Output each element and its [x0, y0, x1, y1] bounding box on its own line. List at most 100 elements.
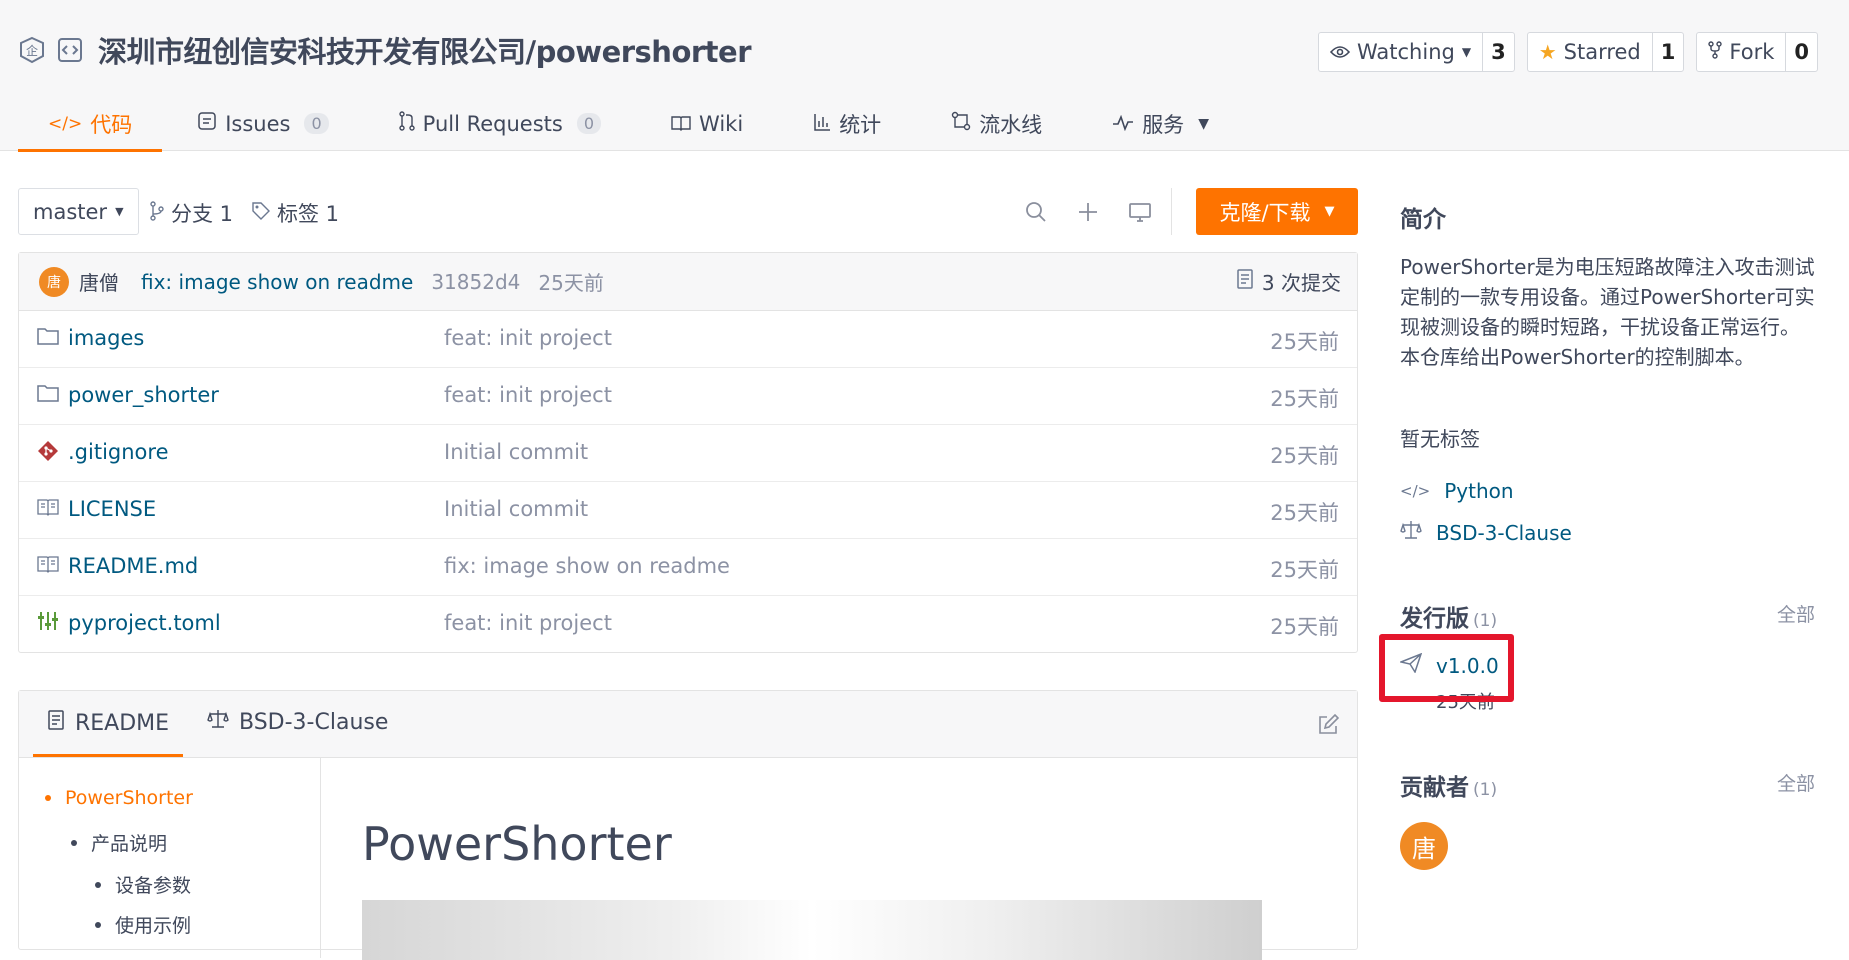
releases-all-link[interactable]: 全部	[1777, 600, 1815, 627]
repo-header: 企 深圳市纽创信安科技开发有限公司/powershorter Watching ▼…	[0, 0, 1849, 152]
star-icon: ★	[1538, 40, 1557, 64]
commit-count: 3 次提交	[1261, 271, 1341, 295]
toc-label: 设备参数	[115, 875, 192, 897]
releases-count: (1)	[1473, 611, 1498, 631]
file-commit-message[interactable]: feat: init project	[444, 611, 612, 635]
code-icon: </>	[1400, 482, 1431, 500]
tab-code[interactable]: </> 代码	[18, 96, 163, 152]
tab-stats[interactable]: 统计	[778, 96, 916, 151]
file-name[interactable]: power_shorter	[68, 383, 219, 407]
watch-button[interactable]: Watching ▼ 3	[1317, 32, 1515, 72]
table-row[interactable]: pyproject.toml feat: init project 25天前	[19, 596, 1357, 653]
readme-tabs: README BSD-3-Clause	[19, 691, 1357, 758]
readme-heading: PowerShorter	[362, 817, 672, 871]
intro-heading: 简介	[1400, 207, 1446, 233]
commit-hash[interactable]: 31852d4	[431, 270, 520, 294]
file-name[interactable]: .gitignore	[68, 440, 169, 464]
edit-icon[interactable]	[1317, 713, 1340, 740]
clone-download-button[interactable]: 克隆/下载 ▼	[1196, 188, 1358, 235]
table-row[interactable]: LICENSE Initial commit 25天前	[19, 482, 1357, 539]
eye-icon	[1329, 40, 1351, 64]
file-name[interactable]: images	[68, 326, 144, 350]
issues-icon	[197, 111, 217, 136]
chevron-down-icon: ▼	[1198, 115, 1209, 132]
fork-button[interactable]: Fork 0	[1696, 32, 1818, 72]
issues-count-badge: 0	[304, 113, 329, 134]
tab-pipeline[interactable]: 流水线	[916, 96, 1077, 151]
divider	[1171, 188, 1172, 235]
search-icon[interactable]	[1022, 198, 1050, 226]
code-repo-icon	[56, 36, 84, 64]
tab-readme[interactable]: README	[47, 709, 169, 737]
file-time: 25天前	[1270, 387, 1339, 411]
fork-count[interactable]: 0	[1785, 33, 1817, 71]
file-commit-message[interactable]: Initial commit	[444, 440, 588, 464]
folder-icon	[37, 326, 61, 350]
repo-actions: Watching ▼ 3 ★ Starred 1 Fork 0	[1317, 32, 1818, 72]
tab-label: 流水线	[979, 112, 1043, 137]
chevron-down-icon: ▼	[1324, 204, 1335, 219]
pulse-icon	[1112, 112, 1134, 136]
document-icon	[47, 709, 65, 737]
highlight-box	[1379, 634, 1514, 702]
table-row[interactable]: images feat: init project 25天前	[19, 311, 1357, 368]
branch-select[interactable]: master ▼	[18, 188, 139, 235]
toc-item[interactable]: 产品说明	[71, 829, 167, 856]
tab-services[interactable]: 服务 ▼	[1077, 96, 1244, 151]
avatar[interactable]: 唐	[39, 266, 69, 297]
file-commit-message[interactable]: fix: image show on readme	[444, 554, 730, 578]
file-name[interactable]: LICENSE	[68, 497, 156, 521]
commit-author[interactable]: 唐僧	[79, 267, 119, 296]
contributors-all-link[interactable]: 全部	[1777, 769, 1815, 796]
pipeline-icon	[951, 111, 971, 136]
book-icon	[37, 497, 61, 521]
license-link[interactable]: BSD-3-Clause	[1400, 520, 1572, 545]
readme-panel: README BSD-3-Clause PowerShorter 产品说明 设备…	[18, 690, 1358, 960]
active-tab-indicator	[33, 754, 183, 757]
tab-label: README	[75, 710, 170, 736]
branches-link[interactable]: 分支 1	[149, 198, 233, 228]
tab-issues[interactable]: Issues 0	[162, 96, 363, 151]
contributors-title: 贡献者	[1400, 775, 1469, 801]
config-icon	[37, 611, 61, 635]
language-link[interactable]: </> Python	[1400, 479, 1514, 503]
star-button[interactable]: ★ Starred 1	[1526, 32, 1685, 72]
watch-label: Watching	[1356, 40, 1455, 64]
table-row[interactable]: README.md fix: image show on readme 25天前	[19, 539, 1357, 596]
enterprise-icon[interactable]: 企	[18, 36, 46, 64]
tag-icon	[251, 201, 271, 226]
file-time: 25天前	[1270, 615, 1339, 639]
web-ide-icon[interactable]	[1126, 198, 1154, 226]
tags-link[interactable]: 标签 1	[251, 198, 339, 228]
file-commit-message[interactable]: feat: init project	[444, 326, 612, 350]
file-name[interactable]: pyproject.toml	[68, 611, 221, 635]
file-commit-message[interactable]: Initial commit	[444, 497, 588, 521]
avatar[interactable]: 唐	[1400, 822, 1448, 870]
star-label: Starred	[1563, 40, 1641, 64]
add-file-icon[interactable]	[1074, 198, 1102, 226]
toc-item[interactable]: 使用示例	[95, 911, 191, 938]
table-row[interactable]: power_shorter feat: init project 25天前	[19, 368, 1357, 425]
svg-text:企: 企	[26, 43, 38, 58]
folder-icon	[37, 383, 61, 407]
file-time: 25天前	[1270, 330, 1339, 354]
watch-count[interactable]: 3	[1482, 33, 1514, 71]
tab-pull-requests[interactable]: Pull Requests 0	[364, 96, 636, 151]
file-name[interactable]: README.md	[68, 554, 198, 578]
repo-description: PowerShorter是为电压短路故障注入攻击测试定制的一款专用设备。通过Po…	[1400, 255, 1815, 369]
star-count[interactable]: 1	[1651, 33, 1684, 71]
commit-message[interactable]: fix: image show on readme	[141, 270, 413, 294]
toc-label: 产品说明	[91, 833, 168, 855]
toc-item[interactable]: 设备参数	[95, 871, 191, 898]
book-icon	[37, 554, 61, 578]
tab-wiki[interactable]: Wiki	[636, 96, 778, 151]
toc-item[interactable]: PowerShorter	[45, 787, 193, 809]
scale-icon	[1400, 520, 1422, 545]
repo-title[interactable]: 深圳市纽创信安科技开发有限公司/powershorter	[98, 29, 752, 71]
commit-count-link[interactable]: 3 次提交	[1236, 267, 1341, 296]
tab-license[interactable]: BSD-3-Clause	[207, 709, 388, 735]
table-row[interactable]: .gitignore Initial commit 25天前	[19, 425, 1357, 482]
file-commit-message[interactable]: feat: init project	[444, 383, 612, 407]
toc-label: PowerShorter	[65, 787, 193, 809]
contributors-heading: 贡献者 (1)	[1400, 768, 1497, 802]
